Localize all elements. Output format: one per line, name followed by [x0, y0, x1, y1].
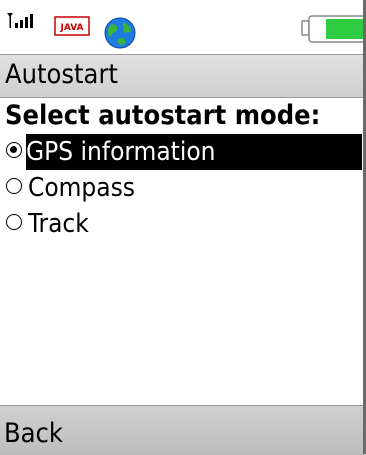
option-label: GPS information [26, 134, 362, 170]
java-icon: JAVA [54, 16, 90, 36]
option-compass[interactable]: Compass [0, 170, 366, 206]
radio-unchecked-icon[interactable] [6, 178, 22, 194]
signal-strength-icon [6, 12, 40, 32]
back-softkey[interactable]: Back [4, 416, 63, 452]
option-label: Track [28, 209, 89, 239]
phone-screen: JAVA Autostart Select autostart mode: GP… [0, 0, 366, 455]
globe-icon [103, 16, 137, 50]
radio-checked-icon[interactable] [6, 142, 22, 158]
softkey-bar: Back [0, 405, 366, 455]
battery-icon [300, 14, 366, 44]
option-track[interactable]: Track [0, 206, 366, 242]
svg-text:JAVA: JAVA [59, 23, 83, 33]
title-bar: Autostart [0, 54, 366, 98]
option-gps-information[interactable]: GPS information [0, 134, 366, 170]
radio-unchecked-icon[interactable] [6, 214, 22, 230]
page-title: Autostart [5, 59, 118, 90]
content-area: Select autostart mode: GPS information C… [0, 98, 366, 398]
prompt-label: Select autostart mode: [5, 100, 321, 131]
status-bar: JAVA [0, 0, 366, 56]
option-label: Compass [28, 173, 135, 203]
